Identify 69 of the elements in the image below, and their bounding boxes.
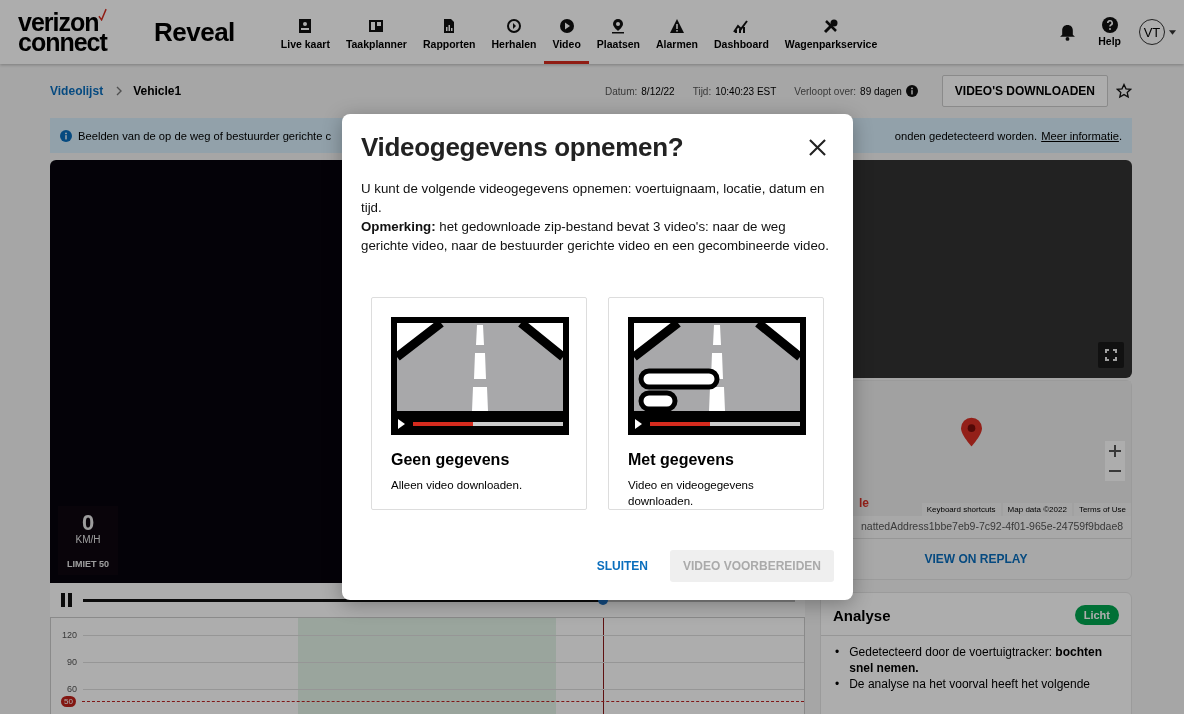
- banner-text: .: [1118, 129, 1122, 142]
- map-footer-link[interactable]: Terms of Use: [1073, 503, 1131, 516]
- axis-label: 60: [66, 684, 77, 694]
- option-card[interactable]: Geen gegevens Alleen video downloaden.: [371, 297, 587, 510]
- pause-icon[interactable]: [60, 593, 74, 607]
- bullet: •: [835, 644, 840, 661]
- close-icon[interactable]: [809, 139, 826, 156]
- nav-tab[interactable]: Alarmen: [648, 0, 706, 64]
- analysis-item: Gedetecteerd door de voertuigtracker: bochten snel nemen.: [849, 644, 1103, 676]
- map-icon: [297, 17, 314, 34]
- close-button[interactable]: SLUITEN: [596, 551, 648, 581]
- replay-icon: [505, 17, 522, 34]
- help-link[interactable]: Help: [1098, 17, 1121, 47]
- meta-value: 10:40:23 EST: [715, 85, 777, 97]
- speed-value: 0: [81, 512, 95, 534]
- nav-tab[interactable]: Wagenparkservice: [776, 0, 886, 64]
- notification-bell-icon[interactable]: [1059, 23, 1077, 41]
- severity-badge: Licht: [1074, 605, 1119, 625]
- info-icon: [60, 129, 72, 142]
- board-icon: [368, 17, 385, 34]
- dialog-title: Videogegevens opnemen?: [361, 132, 684, 163]
- dialog-note: Opmerking: het gedownloade zip-bestand bevat 3 video's: naar de weg gerichte video, naar de bestuurder gerichte video en een gecombineerde video.: [361, 218, 830, 255]
- meta-label: Verloopt over:: [794, 85, 857, 97]
- nav-tab[interactable]: Rapporten: [414, 0, 484, 64]
- meta-value: 89 dagen: [860, 85, 902, 97]
- map-footer-link[interactable]: Map data ©2022: [1002, 503, 1072, 516]
- product-name: Reveal: [154, 16, 235, 48]
- chevron-icon: [116, 86, 123, 96]
- map-logo: le: [859, 496, 869, 510]
- breadcrumb-link[interactable]: Videolijst: [50, 84, 104, 98]
- nav-tab[interactable]: Plaatsen: [588, 0, 648, 64]
- bullet: •: [835, 676, 840, 692]
- option-description: Video en videogegevens downloaden.: [628, 478, 755, 509]
- speed-unit: KM/H: [75, 534, 101, 545]
- map-footer-link[interactable]: Keyboard shortcuts: [921, 503, 1001, 516]
- option-card[interactable]: Met gegevens Video en videogegevens downloaden.: [608, 297, 824, 510]
- star-icon[interactable]: [1116, 83, 1132, 99]
- help-icon: [1101, 17, 1118, 33]
- more-info-link[interactable]: Meer informatie: [1041, 129, 1119, 142]
- meta-value: 8/12/22: [641, 85, 675, 97]
- nav-tab[interactable]: Live kaart: [272, 0, 338, 64]
- breadcrumb-current: Vehicle1: [133, 84, 182, 98]
- dialog-text: U kunt de volgende videogegevens opnemen: voertuignaam, locatie, datum en tijd.: [361, 180, 826, 217]
- analysis-item: De analyse na het voorval heeft het volgende: [849, 676, 1091, 692]
- play-icon: [558, 17, 575, 34]
- fullscreen-icon[interactable]: [1098, 342, 1124, 368]
- info-icon[interactable]: [905, 85, 918, 97]
- option-description: Alleen video downloaden.: [391, 478, 524, 493]
- banner-text: Beelden van de op de weg of bestuurder gerichte c: [78, 129, 332, 142]
- meta-label: Tijd:: [692, 85, 712, 97]
- pin-icon: [610, 17, 627, 34]
- warning-icon: [669, 17, 685, 34]
- nav-tab[interactable]: Taakplanner: [337, 0, 415, 64]
- option-title: Geen gegevens: [391, 451, 511, 469]
- axis-label: 90: [66, 657, 77, 667]
- nav-tab[interactable]: Herhalen: [483, 0, 545, 64]
- map-pin-icon[interactable]: [961, 417, 982, 447]
- speed-limit: LIMIET 50: [67, 559, 109, 569]
- caret-icon[interactable]: [1169, 29, 1176, 35]
- meta-label: Datum:: [605, 85, 638, 97]
- axis-label: 120: [60, 630, 77, 640]
- banner-text: onden gedetecteerd worden.: [894, 129, 1038, 142]
- nav-tab[interactable]: Dashboard: [706, 0, 777, 64]
- limit-badge: 50: [61, 696, 76, 707]
- analysis-title: Analyse: [833, 606, 891, 624]
- wrench-icon: [823, 17, 840, 34]
- download-button[interactable]: VIDEO'S DOWNLOADEN: [941, 75, 1108, 107]
- nav-tab[interactable]: Video: [544, 0, 589, 64]
- option-title: Met gegevens: [628, 451, 735, 469]
